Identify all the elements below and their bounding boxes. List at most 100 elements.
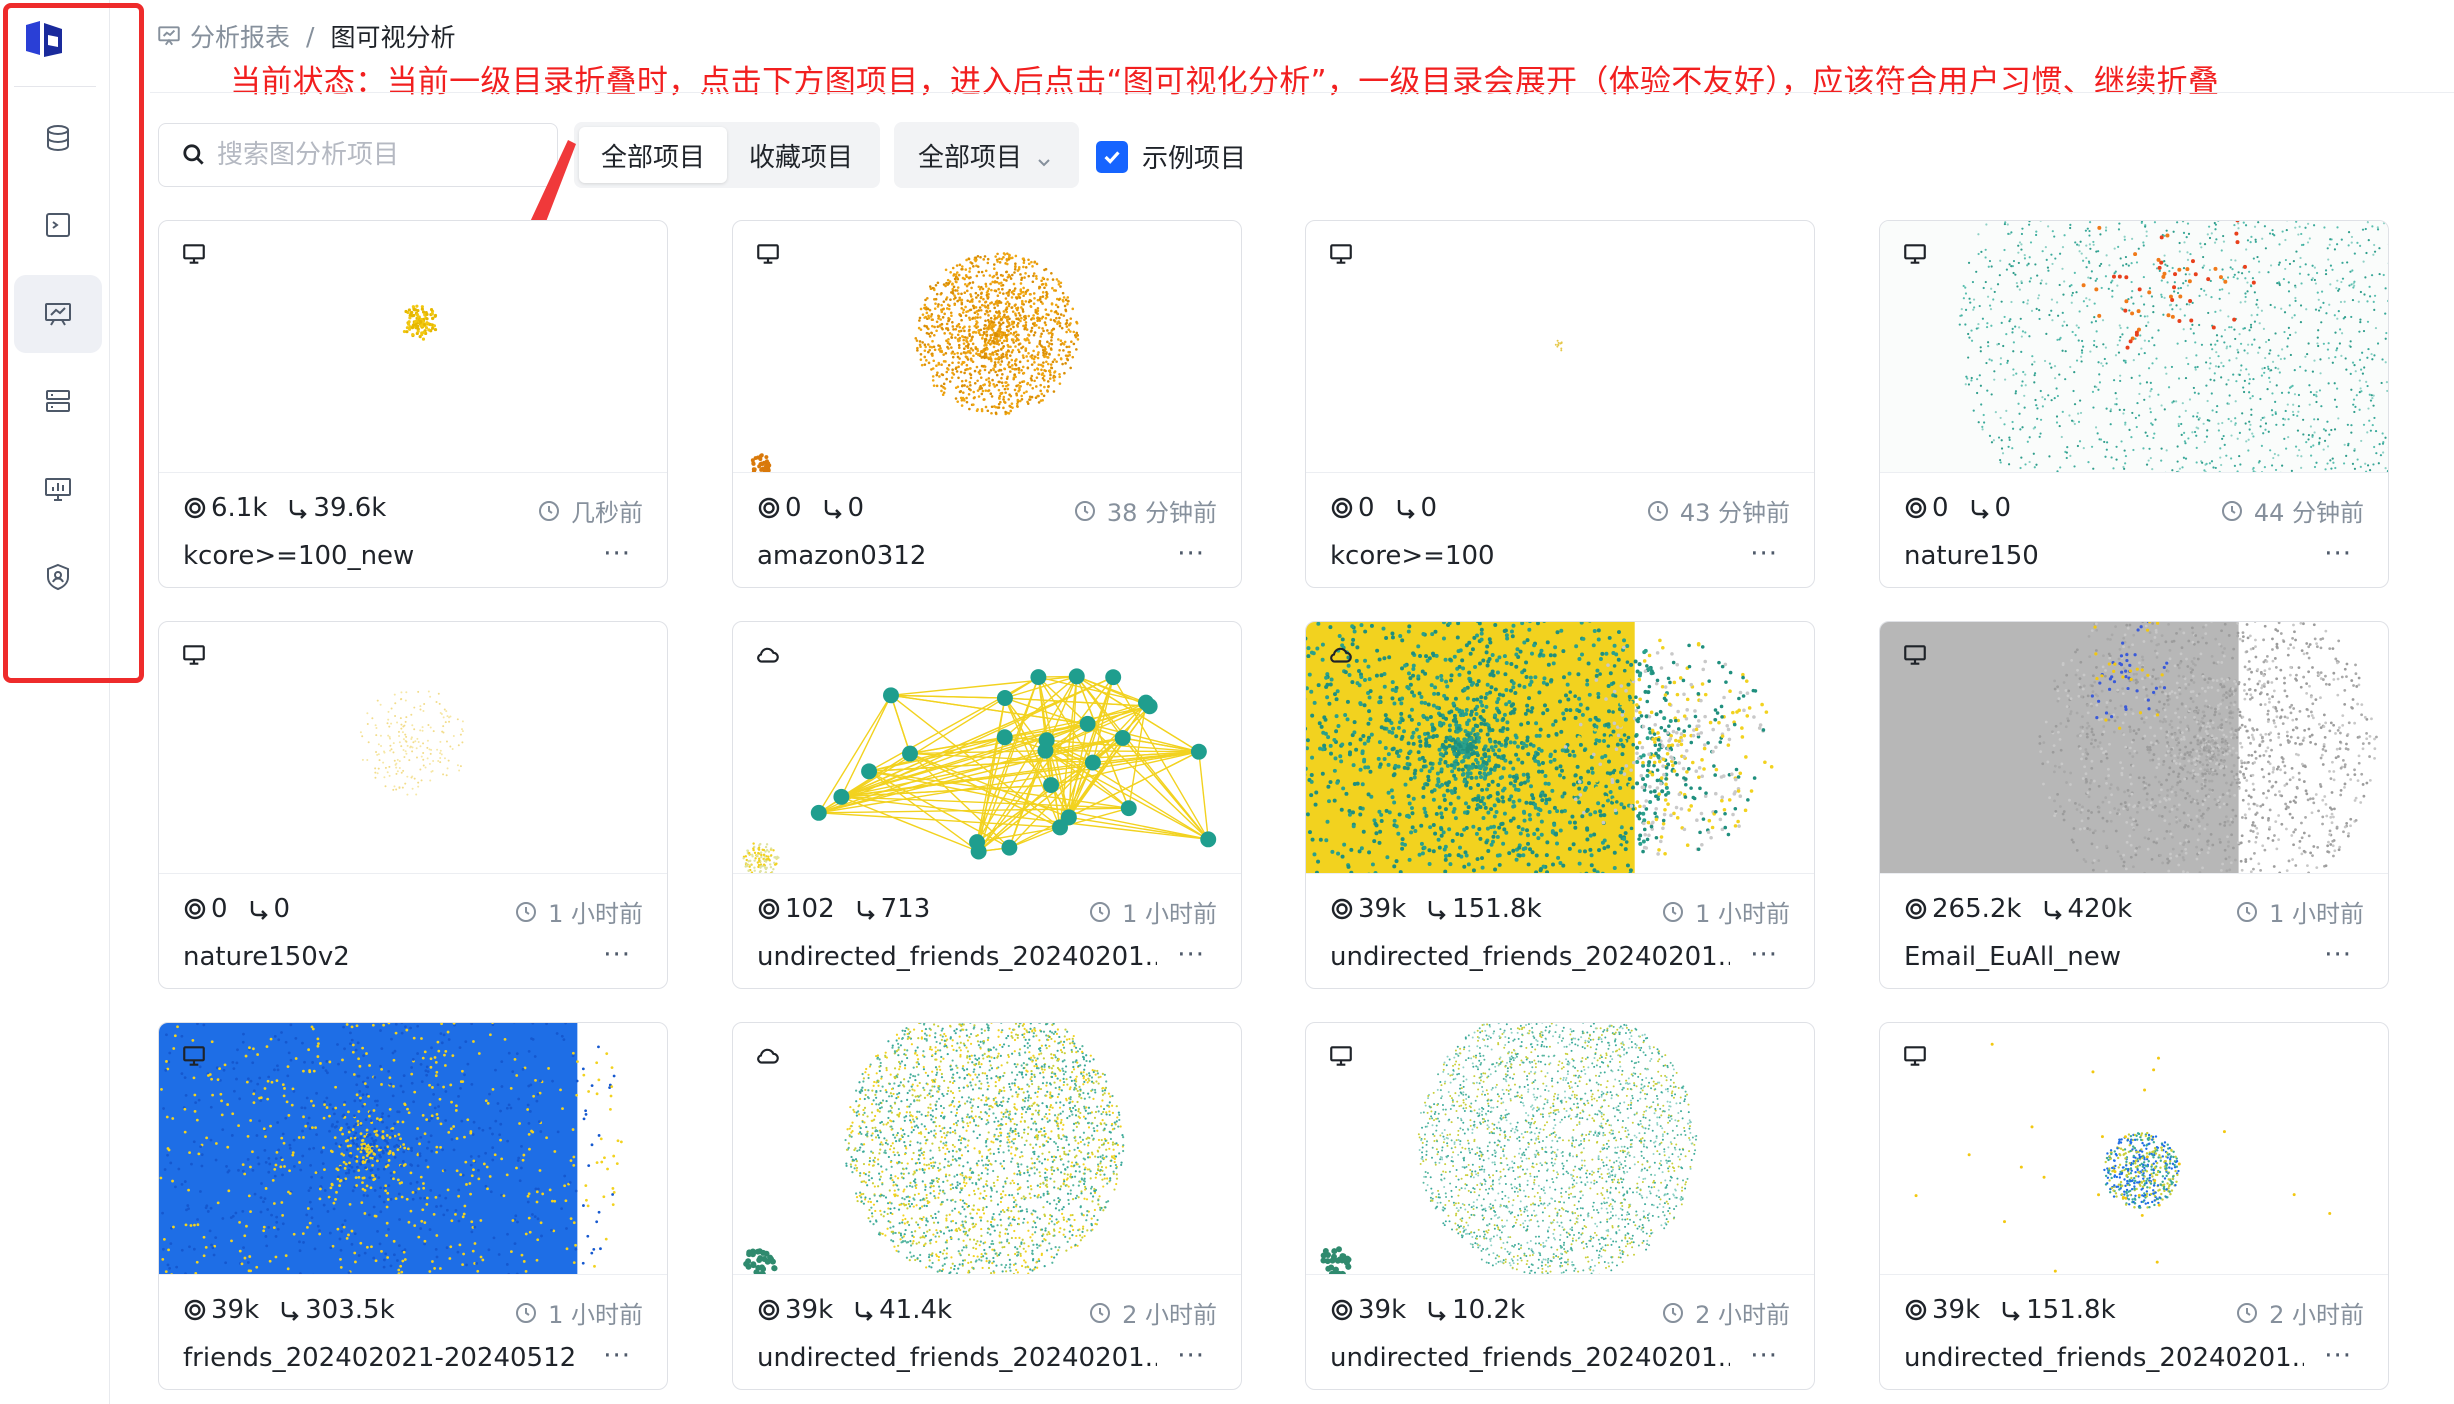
project-name[interactable]: Email_EuAll_new <box>1904 942 2304 972</box>
more-options-button[interactable]: ··· <box>2324 539 2352 569</box>
project-name[interactable]: undirected_friends_20240201... <box>1330 1343 1730 1373</box>
project-thumbnail[interactable] <box>1880 221 2388 473</box>
project-card[interactable]: 265.2k 420k 1 小时前 Email_EuAll_new ··· <box>1879 621 2389 989</box>
breadcrumb-separator: / <box>306 21 315 51</box>
sidebar-item-terminal[interactable] <box>14 186 102 264</box>
more-options-button[interactable]: ··· <box>1177 539 1205 569</box>
checkbox-checked-icon[interactable] <box>1096 140 1128 173</box>
tab-all-projects[interactable]: 全部项目 <box>579 127 728 183</box>
clock-icon <box>1090 1302 1111 1323</box>
database-icon <box>47 125 69 152</box>
app-logo[interactable] <box>20 15 68 63</box>
more-options-button[interactable]: ··· <box>2324 940 2352 970</box>
sample-projects-checkbox[interactable]: 示例项目 <box>1096 138 1246 175</box>
project-thumbnail[interactable] <box>733 221 1241 473</box>
cloud-icon <box>1328 642 1354 668</box>
more-options-button[interactable]: ··· <box>1177 1341 1205 1371</box>
sidebar-item-server[interactable] <box>14 362 102 440</box>
project-thumbnail[interactable] <box>159 221 667 473</box>
project-type-select[interactable]: 全部项目 <box>894 122 1079 188</box>
project-thumbnail[interactable] <box>733 622 1241 874</box>
more-options-button[interactable]: ··· <box>2324 1341 2352 1371</box>
project-card[interactable]: 102 713 1 小时前 undirected_friends_20240201..… <box>732 621 1242 989</box>
project-card[interactable]: 39k 41.4k 2 小时前 undirected_friends_20240201… <box>732 1022 1242 1390</box>
graph-preview-image <box>1554 339 1563 352</box>
project-card[interactable]: 0 0 43 分钟前 kcore>=100 ··· <box>1305 220 1815 588</box>
edge-count-icon <box>1428 1302 1446 1321</box>
desktop-icon <box>1902 642 1928 668</box>
annotation-text: 当前状态：当前一级目录折叠时，点击下方图项目，进入后点击“图可视化分析”，一级目… <box>230 64 2220 100</box>
project-card[interactable]: 39k 151.8k 2 小时前 undirected_friends_2024020… <box>1879 1022 2389 1390</box>
search-input[interactable] <box>217 140 537 170</box>
project-name[interactable]: nature150 <box>1904 541 2304 571</box>
graph-preview-image <box>1306 622 1774 873</box>
project-card[interactable]: 0 0 44 分钟前 nature150 ··· <box>1879 220 2389 588</box>
search-box[interactable] <box>158 123 558 187</box>
project-updated-time: 1 小时前 <box>1661 894 1790 929</box>
project-card[interactable]: 39k 151.8k 1 小时前 undirected_friends_2024020… <box>1305 621 1815 989</box>
edge-count: 0 <box>1994 493 2012 523</box>
project-thumbnail[interactable] <box>159 1023 667 1275</box>
more-options-button[interactable]: ··· <box>1750 1341 1778 1371</box>
node-count-icon <box>1905 497 1927 519</box>
breadcrumb-current: 图可视分析 <box>330 23 456 52</box>
project-thumbnail[interactable] <box>733 1023 1241 1275</box>
breadcrumb-parent[interactable]: 分析报表 <box>190 18 290 54</box>
project-name[interactable]: amazon0312 <box>757 541 1157 571</box>
more-options-button[interactable]: ··· <box>1750 539 1778 569</box>
sidebar-item-graph-analysis[interactable] <box>14 275 102 353</box>
project-stats: 00 <box>1904 493 2029 523</box>
project-stats: 39k 303.5k <box>183 1295 413 1325</box>
project-thumbnail[interactable] <box>1306 221 1814 473</box>
project-name[interactable]: kcore>=100 <box>1330 541 1730 571</box>
project-card[interactable]: 39k 303.5k 1 小时前 friends_202402021-20240512… <box>158 1022 668 1390</box>
more-options-button[interactable]: ··· <box>603 1341 631 1371</box>
more-options-button[interactable]: ··· <box>1750 940 1778 970</box>
more-options-button[interactable]: ··· <box>603 539 631 569</box>
project-thumbnail[interactable] <box>1880 1023 2388 1275</box>
project-updated-time: 1 小时前 <box>514 1295 643 1330</box>
monitor-chart-icon <box>45 478 71 501</box>
project-card[interactable]: 0 0 38 分钟前 amazon0312 ··· <box>732 220 1242 588</box>
graph-preview-image <box>742 668 1217 873</box>
project-card[interactable]: 6.1k 39.6k 几秒前 kcore>=100_new ··· <box>158 220 668 588</box>
edge-count: 0 <box>847 493 865 523</box>
graph-preview-image <box>750 252 1080 472</box>
node-count: 6.1k <box>211 493 268 523</box>
node-count: 265.2k <box>1932 894 2022 924</box>
project-name[interactable]: undirected_friends_20240201... <box>757 1343 1157 1373</box>
tab-favorite-projects[interactable]: 收藏项目 <box>727 127 875 183</box>
graph-preview-image <box>1320 1023 1698 1274</box>
sidebar-item-security[interactable] <box>14 538 102 616</box>
project-name[interactable]: kcore>=100_new <box>183 541 583 571</box>
clock-icon <box>1663 1302 1684 1323</box>
project-stats: 102 713 <box>757 894 948 924</box>
project-card[interactable]: 001 小时前 nature150v2 ··· <box>158 621 668 989</box>
project-name[interactable]: friends_202402021-20240512 <box>183 1343 583 1373</box>
project-card[interactable]: 39k 10.2k 2 小时前 undirected_friends_20240201… <box>1305 1022 1815 1390</box>
project-name[interactable]: undirected_friends_20240201... <box>1904 1343 2304 1373</box>
project-stats: 265.2k 420k <box>1904 894 2150 924</box>
project-thumbnail[interactable] <box>159 622 667 874</box>
sidebar-item-monitor[interactable] <box>14 450 102 528</box>
edge-count: 420k <box>2067 894 2133 924</box>
project-stats: 6.1k 39.6k <box>183 493 404 523</box>
desktop-icon <box>1902 1043 1928 1069</box>
header-divider <box>150 92 2454 93</box>
edge-count: 0 <box>1420 493 1438 523</box>
project-name[interactable]: undirected_friends_20240201... <box>1330 942 1730 972</box>
more-options-button[interactable]: ··· <box>603 940 631 970</box>
graph-preview-image <box>743 1023 1125 1274</box>
node-count-icon <box>184 1299 206 1321</box>
project-name[interactable]: nature150v2 <box>183 942 583 972</box>
project-name[interactable]: undirected_friends_20240201... <box>757 942 1157 972</box>
project-thumbnail[interactable] <box>1306 1023 1814 1275</box>
edge-count: 39.6k <box>313 493 387 523</box>
project-thumbnail[interactable] <box>1306 622 1814 874</box>
more-options-button[interactable]: ··· <box>1177 940 1205 970</box>
project-thumbnail[interactable] <box>1880 622 2388 874</box>
project-type-select-value: 全部项目 <box>918 142 1023 173</box>
node-count: 102 <box>785 894 835 924</box>
sidebar-item-database[interactable] <box>14 99 102 177</box>
project-updated-time: 1 小时前 <box>2235 894 2364 929</box>
